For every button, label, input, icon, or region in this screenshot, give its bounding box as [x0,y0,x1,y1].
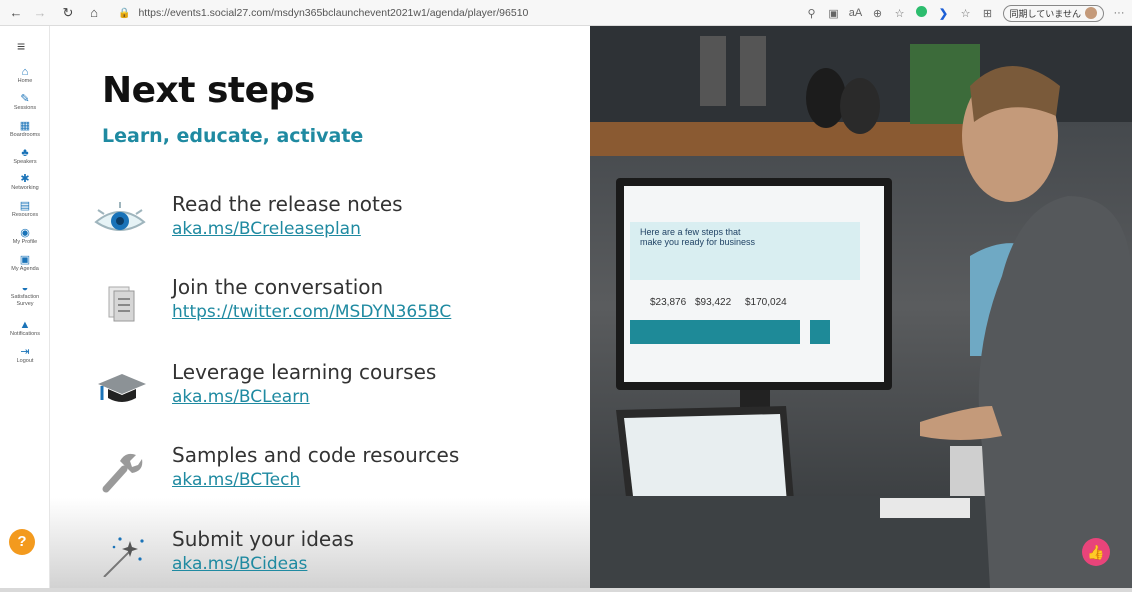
green-extension-icon[interactable] [915,6,929,20]
magic-wand-icon [103,537,144,577]
refresh-icon[interactable]: ↻ [58,5,78,21]
step-text: Samples and code resources [172,443,460,467]
eye-icon [94,202,146,231]
slide-subtitle: Learn, educate, activate [102,125,364,147]
browser-toolbar: ← → ↻ ⌂ 🔒 https://events1.social27.com/m… [0,0,1132,26]
key-icon[interactable]: ⚲ [805,7,819,20]
sidebar-item-boardrooms[interactable]: ▦ Boardrooms [0,120,50,139]
pencil-icon: ✎ [20,93,30,105]
read-aloud-icon[interactable]: aA [849,7,863,19]
step-samples: Samples and code resources aka.ms/BCTech [90,443,570,499]
kpi-1: $23,876 [650,297,687,308]
sidebar-item-resources[interactable]: ▤ Resources [0,200,50,219]
graduation-cap-icon [98,374,146,402]
step-link[interactable]: aka.ms/BCideas [172,554,307,574]
bell-icon: ▲ [19,319,31,331]
step-text: Join the conversation [172,275,384,299]
back-arrow-icon[interactable]: ← [6,5,26,20]
more-menu-icon[interactable]: ··· [1112,7,1126,19]
hamburger-menu-icon[interactable]: ≡ [17,38,25,54]
document-icon [108,286,135,322]
screen-heading: Here are a few steps that make you ready… [640,227,756,247]
speakers-icon: ♣ [21,147,29,159]
url-text: https://events1.social27.com/msdyn365bcl… [138,7,529,19]
step-text: Submit your ideas [172,527,354,551]
collections-icon[interactable]: ⊞ [981,7,995,20]
step-link[interactable]: https://twitter.com/MSDYN365BC [172,302,451,322]
screen-icon[interactable]: ▣ [827,7,841,20]
office-photo: Here are a few steps that make you ready… [590,26,1132,588]
left-sidebar: ≡ ⌂ Home ✎ Sessions ▦ Boardrooms ♣ Speak… [0,26,50,592]
zoom-icon[interactable]: ⊕ [871,7,885,20]
step-link[interactable]: aka.ms/BCreleaseplan [172,219,361,239]
sync-label: 同期していません [1009,8,1081,19]
step-learning: Leverage learning courses aka.ms/BCLearn [90,360,570,416]
profile-icon: ◉ [20,227,30,239]
step-ideas: Submit your ideas aka.ms/BCideas [90,527,570,583]
page-bottom-bar [0,588,1132,592]
address-bar[interactable]: 🔒 https://events1.social27.com/msdyn365b… [118,4,528,22]
networking-icon: ✱ [20,173,30,185]
step-text: Leverage learning courses [172,360,437,384]
lock-icon: 🔒 [118,7,131,19]
extension-icon[interactable]: ☆ [893,7,907,20]
sidebar-item-my-profile[interactable]: ◉ My Profile [0,227,50,246]
profile-sync-button[interactable]: 同期していません [1002,4,1104,22]
browser-actions: ⚲ ▣ aA ⊕ ☆ ❯ ☆ ⊞ 同期していません ··· [805,3,1126,23]
avatar [1085,7,1097,19]
sidebar-item-speakers[interactable]: ♣ Speakers [0,147,50,166]
sidebar-item-notifications[interactable]: ▲ Notifications [0,319,50,338]
step-link[interactable]: aka.ms/BCLearn [172,387,310,407]
sidebar-item-home[interactable]: ⌂ Home [0,66,50,85]
logout-icon: ⇥ [20,346,30,358]
favorites-icon[interactable]: ☆ [959,7,973,20]
step-link[interactable]: aka.ms/BCTech [172,470,300,490]
survey-icon: ◒ [21,282,29,294]
extension-arrow-icon[interactable]: ❯ [937,7,951,20]
help-button[interactable]: ? [9,529,35,555]
home-browser-icon[interactable]: ⌂ [84,5,104,20]
sidebar-item-sessions[interactable]: ✎ Sessions [0,93,50,112]
agenda-icon: ▣ [19,254,31,266]
resources-icon: ▤ [19,200,31,212]
thumbs-up-icon: 👍 [1087,544,1105,560]
like-button[interactable]: 👍 [1082,538,1110,566]
forward-arrow-icon[interactable]: → [30,5,50,20]
home-icon: ⌂ [21,66,29,78]
sidebar-item-logout[interactable]: ⇥ Logout [0,346,50,365]
slide-title: Next steps [102,70,315,111]
boardroom-icon: ▦ [19,120,31,132]
step-conversation: Join the conversation https://twitter.co… [90,275,570,331]
kpi-2: $93,422 [695,297,732,308]
wrench-icon [102,453,143,493]
sidebar-item-networking[interactable]: ✱ Networking [0,173,50,192]
sidebar-item-satisfaction-survey[interactable]: ◒ Satisfaction Survey [0,282,50,308]
kpi-3: $170,024 [745,297,787,308]
sidebar-item-my-agenda[interactable]: ▣ My Agenda [0,254,50,273]
slide-content: Next steps Learn, educate, activate Read… [50,26,590,588]
step-text: Read the release notes [172,192,403,216]
step-release-notes: Read the release notes aka.ms/BCreleasep… [90,192,570,248]
